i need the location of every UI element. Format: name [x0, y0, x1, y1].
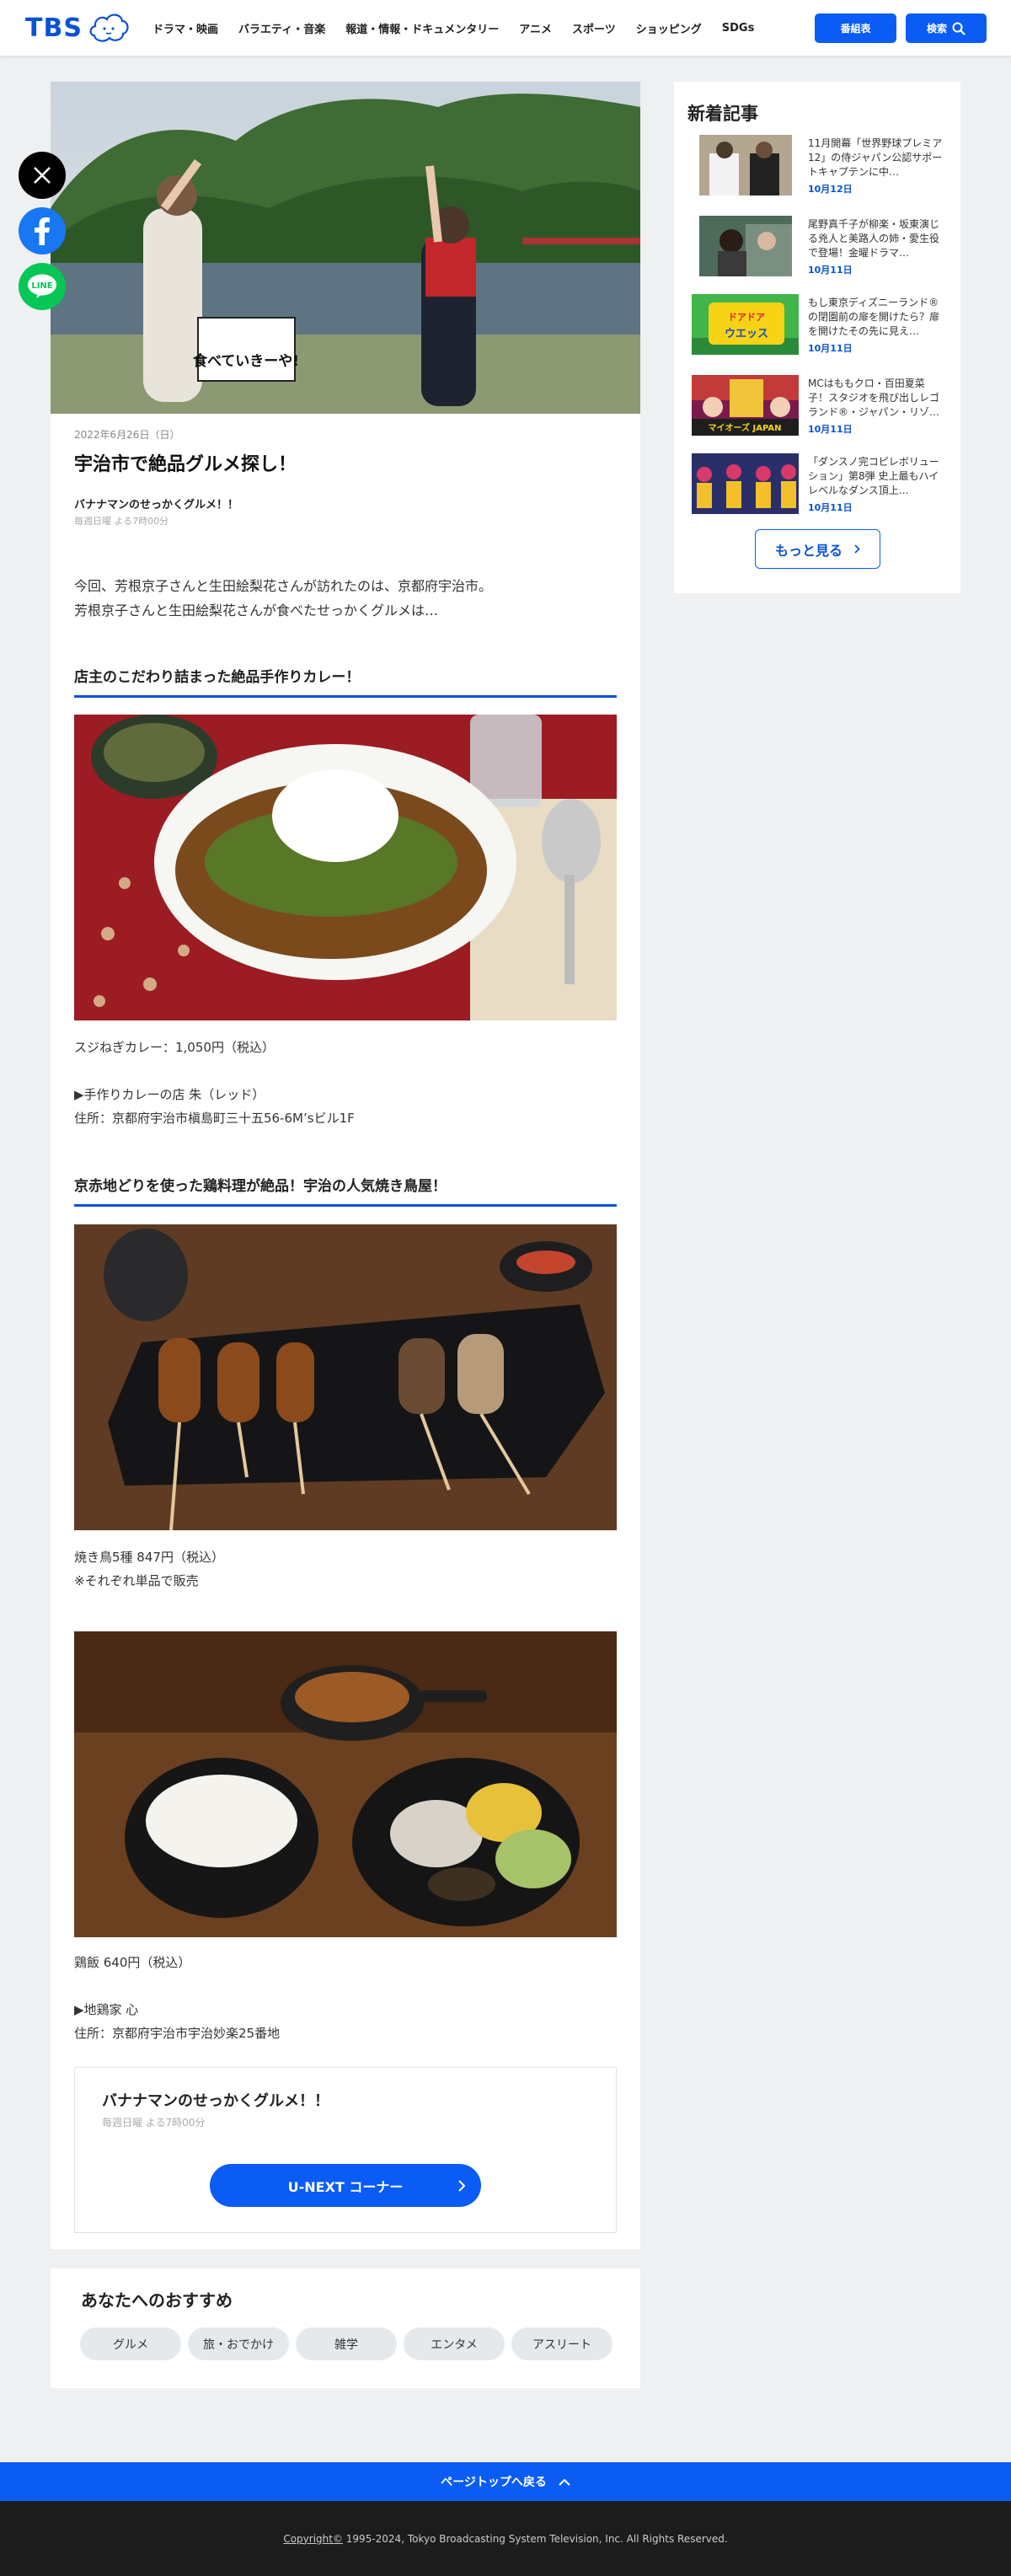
yakitori-info: 焼き鳥5種 847円（税込） ※それぞれ単品で販売	[74, 1550, 224, 1588]
chevron-up-icon	[559, 2478, 570, 2486]
curry-photo	[74, 715, 617, 1020]
svg-text:マイオーズ JAPAN: マイオーズ JAPAN	[709, 422, 782, 433]
nav-sdgs[interactable]: SDGs	[722, 22, 755, 35]
hero-sign-text: 食べていきーや!	[193, 352, 299, 370]
schedule-button[interactable]: 番組表	[815, 13, 896, 43]
curry-info: スジねぎカレー：1,050円（税込） ▶手作りカレーの店 朱（レッド） 住所：京…	[74, 1040, 355, 1126]
nav-shopping[interactable]: ショッピング	[636, 20, 702, 36]
chevron-right-icon	[854, 544, 860, 554]
tbs-logo[interactable]: TBS	[25, 10, 130, 46]
svg-text:LINE: LINE	[31, 281, 52, 291]
sidebar-item[interactable]: ドアドア ウエッス もし東京ディズニーランド®の閉園前の扉を開けたら？扉を開けたそ…	[692, 294, 944, 356]
x-icon	[34, 167, 51, 184]
nav-news[interactable]: 報道・情報・ドキュメンタリー	[345, 20, 499, 36]
torimeshi-info: 鶏飯 640円（税込） ▶地鶏家 心 住所：京都府宇治市宇治妙楽25番地	[74, 1955, 281, 2041]
section-heading-curry: 店主のこだわり詰まった絶品手作りカレー！	[74, 665, 617, 698]
nav-variety[interactable]: バラエティ・音楽	[238, 20, 325, 36]
nav-sports[interactable]: スポーツ	[572, 20, 616, 36]
search-button[interactable]: 検索	[906, 13, 987, 43]
article-title: 宇治市で絶品グルメ探し！	[74, 454, 297, 475]
nav-drama[interactable]: ドラマ・映画	[152, 20, 218, 36]
share-line-button[interactable]: LINE	[19, 263, 66, 310]
new-articles-sidebar: 新着記事 11月開幕「世界野球プレミア12」の侍ジャパン公認サポートキャプテンに…	[674, 82, 960, 593]
sidebar-title: 新着記事	[687, 104, 758, 124]
chevron-right-icon	[458, 2179, 466, 2192]
site-footer: Copyright© 1995-2024, Tokyo Broadcasting…	[0, 2501, 1011, 2576]
mascot-icon	[89, 13, 129, 42]
hero-image: 食べていきーや!	[51, 82, 640, 414]
tag-trivia[interactable]: 雑学	[296, 2327, 397, 2360]
article-date: 2022年6月26日（日）	[74, 429, 180, 441]
main-nav: ドラマ・映画 バラエティ・音楽 報道・情報・ドキュメンタリー アニメ スポーツ …	[152, 0, 774, 56]
recommend-title: あなたへのおすすめ	[81, 2290, 233, 2311]
sidebar-item[interactable]: マイオーズ JAPAN MCはももクロ・百田夏菜子！スタジオを飛び出しレゴランド…	[692, 375, 944, 437]
back-to-top-button[interactable]: ページトップへ戻る	[0, 2462, 1011, 2501]
sidebar-thumb	[699, 216, 792, 276]
sidebar-thumb	[692, 453, 799, 514]
article-lead: 今回、芳根京子さんと生田絵梨花さんが訪れたのは、京都府宇治市。 芳根京子さんと生…	[74, 578, 493, 619]
site-header: TBS ドラマ・映画 バラエティ・音楽 報道・情報・ドキュメンタリー アニメ ス…	[0, 0, 1011, 56]
recommend-panel: あなたへのおすすめ グルメ 旅・おでかけ 雑学 エンタメ アスリート	[51, 2268, 640, 2388]
program-box: バナナマンのせっかくグルメ！！ 毎週日曜 よる7時00分 U-NEXT コーナー	[74, 2067, 617, 2233]
unext-button[interactable]: U-NEXT コーナー	[210, 2164, 481, 2207]
sidebar-thumb: ドアドア ウエッス	[692, 294, 799, 355]
sidebar-item[interactable]: 尾野真千子が柳楽・坂東演じる兇人と美路人の姉・愛生役で登場！金曜ドラマ… 10月…	[692, 216, 944, 278]
nav-anime[interactable]: アニメ	[519, 20, 552, 36]
sidebar-item[interactable]: 11月開幕「世界野球プレミア12」の侍ジャパン公認サポートキャプテンに中… 10…	[692, 135, 944, 197]
sidebar-item[interactable]: 「ダンスノ完コピレボリューション」第8弾 史上最もハイレベルなダンス頂上… 10…	[692, 453, 944, 516]
article-body: 食べていきーや! 2022年6月26日（日） 宇治市で絶品グルメ探し！ バナナマ…	[51, 82, 640, 2249]
share-x-button[interactable]	[19, 152, 66, 199]
facebook-icon	[35, 217, 50, 245]
section-heading-yakitori: 京赤地どりを使った鶏料理が絶品！宇治の人気焼き鳥屋！	[74, 1174, 617, 1207]
svg-text:ドアドア: ドアドア	[728, 312, 765, 323]
more-button[interactable]: もっと見る	[755, 529, 880, 569]
share-facebook-button[interactable]	[19, 207, 66, 254]
program-schedule: 毎週日曜 よる7時00分	[74, 516, 169, 527]
tag-entame[interactable]: エンタメ	[404, 2327, 505, 2360]
torimeshi-photo	[74, 1631, 617, 1937]
program-box-title[interactable]: バナナマンのせっかくグルメ！！	[102, 2089, 329, 2111]
tag-athlete[interactable]: アスリート	[511, 2327, 612, 2360]
program-name[interactable]: バナナマンのせっかくグルメ！！	[74, 495, 238, 511]
line-icon: LINE	[28, 274, 56, 298]
yakitori-photo	[74, 1224, 617, 1530]
tag-gourmet[interactable]: グルメ	[80, 2327, 181, 2360]
copyright-link[interactable]: Copyright©	[283, 2533, 343, 2545]
svg-text:ウエッス: ウエッス	[725, 328, 768, 340]
copyright-text: 1995-2024, Tokyo Broadcasting System Tel…	[342, 2532, 728, 2545]
sidebar-thumb: マイオーズ JAPAN	[692, 375, 799, 436]
tag-travel[interactable]: 旅・おでかけ	[188, 2327, 289, 2360]
program-box-schedule: 毎週日曜 よる7時00分	[102, 2117, 206, 2129]
sidebar-thumb	[699, 135, 792, 195]
search-icon	[952, 22, 966, 35]
